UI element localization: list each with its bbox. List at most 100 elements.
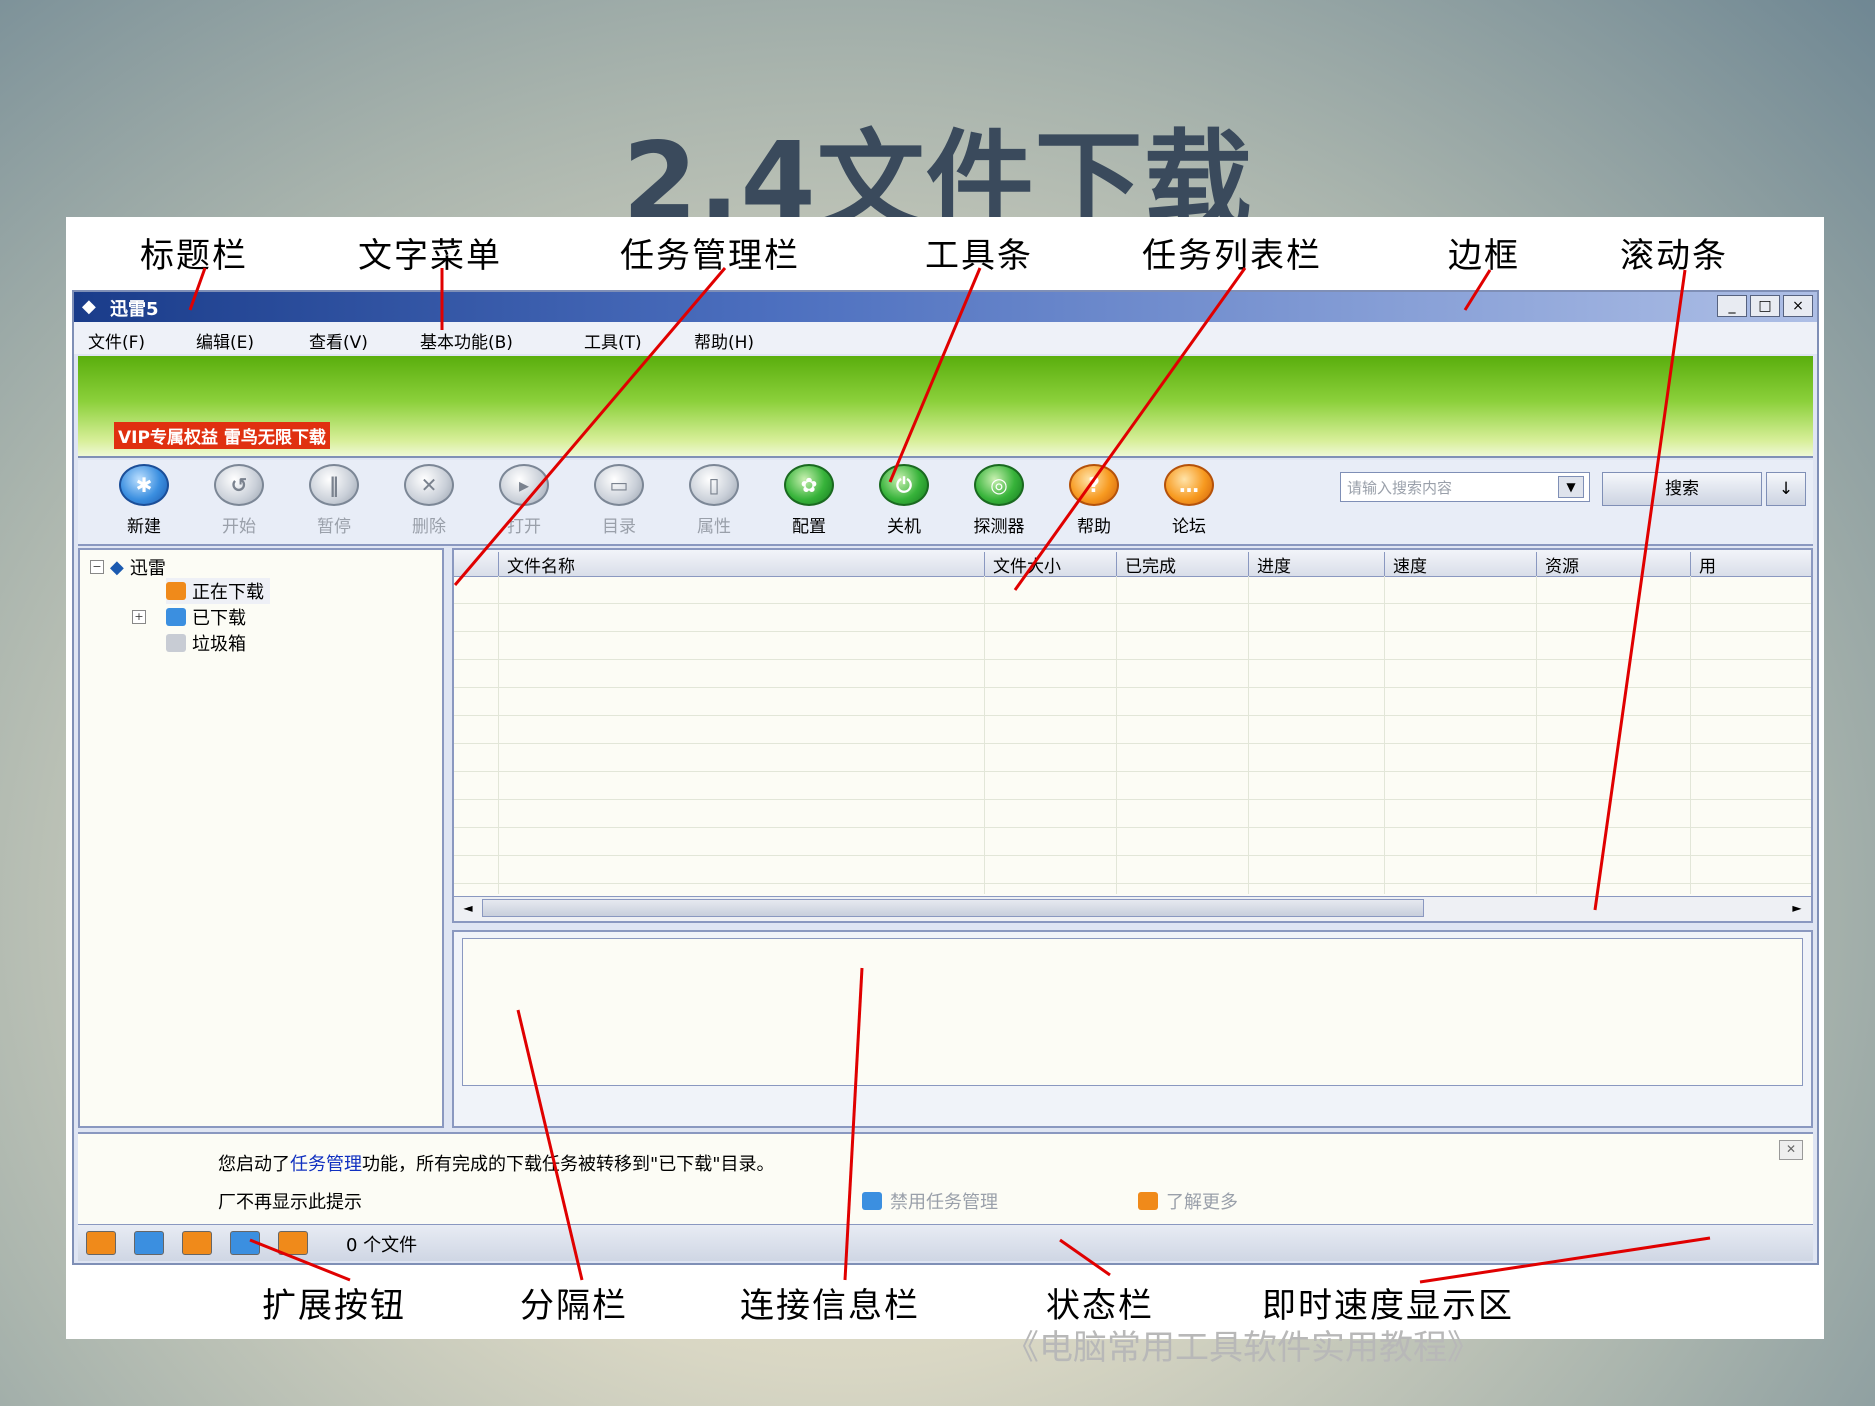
- col-done[interactable]: 已完成: [1116, 552, 1248, 577]
- folder-icon: ▭: [594, 464, 644, 506]
- menu-help[interactable]: 帮助(H): [694, 328, 754, 353]
- col-progress[interactable]: 进度: [1248, 552, 1384, 577]
- callout-toolbar: 工具条: [925, 236, 1033, 276]
- forum-button[interactable]: … 论坛: [1151, 464, 1227, 537]
- downloaded-icon: [166, 608, 186, 626]
- open-button[interactable]: ▸ 打开: [486, 464, 562, 537]
- connection-info-content: [462, 938, 1803, 1086]
- trash-icon: [166, 634, 186, 652]
- ad-banner[interactable]: VIP专属权益 雷鸟无限下载: [78, 356, 1813, 458]
- col-size[interactable]: 文件大小: [984, 552, 1116, 577]
- scroll-left-icon[interactable]: ◄: [458, 899, 478, 917]
- expand-icon[interactable]: +: [132, 610, 146, 624]
- folder-button[interactable]: ▭ 目录: [581, 464, 657, 537]
- scrollbar-thumb[interactable]: [482, 899, 1424, 917]
- menu-basic[interactable]: 基本功能(B): [420, 328, 513, 353]
- col-name[interactable]: 文件名称: [498, 552, 984, 577]
- search-button[interactable]: 搜索: [1602, 472, 1762, 506]
- maximize-button[interactable]: □: [1750, 295, 1780, 317]
- title-bar[interactable]: ◆ 迅雷5 _ □ ×: [74, 292, 1817, 322]
- horizontal-scrollbar[interactable]: ◄ ►: [454, 896, 1811, 921]
- tree-root[interactable]: − ◆ 迅雷: [90, 554, 166, 580]
- menu-tools[interactable]: 工具(T): [584, 328, 642, 353]
- task-manager-link[interactable]: 任务管理: [290, 1154, 362, 1175]
- learn-more-button[interactable]: 了解更多: [1138, 1188, 1238, 1214]
- tree-item-trash[interactable]: 垃圾箱: [166, 630, 246, 656]
- start-button[interactable]: ↺ 开始: [201, 464, 277, 537]
- search-more-button[interactable]: ↓: [1766, 472, 1806, 506]
- config-icon: ✿: [784, 464, 834, 506]
- shutdown-button[interactable]: ⏻ 关机: [866, 464, 942, 537]
- notice-bar: 您启动了任务管理功能，所有完成的下载任务被转移到"已下载"目录。 厂不再显示此提…: [78, 1132, 1813, 1224]
- shutdown-icon: ⏻: [879, 464, 929, 506]
- arrow-right-icon: [1138, 1192, 1158, 1210]
- menu-view[interactable]: 查看(V): [309, 328, 368, 353]
- delete-button[interactable]: ✕ 删除: [391, 464, 467, 537]
- connection-info-panel: [452, 930, 1813, 1128]
- task-list-rows[interactable]: [454, 576, 1811, 894]
- pause-button[interactable]: ‖ 暂停: [296, 464, 372, 537]
- app-window: ◆ 迅雷5 _ □ × 文件(F) 编辑(E) 查看(V) 基本功能(B) 工具…: [72, 290, 1819, 1265]
- window-title: 迅雷5: [110, 299, 159, 320]
- callout-task-manager: 任务管理栏: [620, 236, 800, 276]
- close-button[interactable]: ×: [1783, 295, 1813, 317]
- callout-connection-info: 连接信息栏: [740, 1286, 920, 1326]
- callout-scrollbar: 滚动条: [1620, 236, 1728, 276]
- expand-button-2[interactable]: [134, 1231, 164, 1255]
- callout-border: 边框: [1448, 236, 1520, 276]
- file-count: 0 个文件: [346, 1235, 418, 1256]
- expand-button-4[interactable]: [230, 1231, 260, 1255]
- forum-icon: …: [1164, 464, 1214, 506]
- help-icon: ?: [1069, 464, 1119, 506]
- new-button[interactable]: ✱ 新建: [106, 464, 182, 537]
- callout-expand-buttons: 扩展按钮: [262, 1286, 406, 1326]
- dont-show-checkbox[interactable]: 厂不再显示此提示: [218, 1188, 362, 1214]
- collapse-icon[interactable]: −: [90, 560, 104, 574]
- col-use[interactable]: 用: [1690, 552, 1811, 577]
- probe-icon: ◎: [974, 464, 1024, 506]
- slide-footer: 《电脑常用工具软件实用教程》: [1005, 1328, 1481, 1368]
- menu-bar: 文件(F) 编辑(E) 查看(V) 基本功能(B) 工具(T) 帮助(H): [74, 322, 1817, 354]
- expand-button-1[interactable]: [86, 1231, 116, 1255]
- callout-task-list: 任务列表栏: [1142, 236, 1322, 276]
- thunder-logo-icon: ◆: [110, 556, 124, 578]
- notice-message: 您启动了任务管理功能，所有完成的下载任务被转移到"已下载"目录。: [218, 1154, 775, 1175]
- scroll-right-icon[interactable]: ►: [1787, 899, 1807, 917]
- col-speed[interactable]: 速度: [1384, 552, 1536, 577]
- properties-icon: ▯: [689, 464, 739, 506]
- tree-item-downloaded[interactable]: + 已下载: [132, 604, 246, 630]
- thunder-logo-icon: ◆: [82, 296, 96, 317]
- expand-button-3[interactable]: [182, 1231, 212, 1255]
- expand-button-5[interactable]: [278, 1231, 308, 1255]
- banner-promo[interactable]: VIP专属权益 雷鸟无限下载: [114, 422, 330, 449]
- arrow-right-icon: [862, 1192, 882, 1210]
- downloading-icon: [166, 582, 186, 600]
- config-button[interactable]: ✿ 配置: [771, 464, 847, 537]
- help-button[interactable]: ? 帮助: [1056, 464, 1132, 537]
- disable-task-manager-button[interactable]: 禁用任务管理: [862, 1188, 998, 1214]
- toolbar: ✱ 新建 ↺ 开始 ‖ 暂停 ✕ 删除 ▸ 打开 ▭ 目录 ▯ 属性 ✿ 配置: [78, 460, 1813, 546]
- col-resource[interactable]: 资源: [1536, 552, 1690, 577]
- menu-edit[interactable]: 编辑(E): [196, 328, 254, 353]
- callout-titlebar: 标题栏: [140, 236, 248, 276]
- search-input[interactable]: 请输入搜索内容: [1340, 472, 1590, 502]
- star-icon: ✱: [119, 464, 169, 506]
- callout-text-menu: 文字菜单: [358, 236, 502, 276]
- search-dropdown[interactable]: ▼: [1558, 476, 1584, 498]
- callout-splitter: 分隔栏: [520, 1286, 628, 1326]
- probe-button[interactable]: ◎ 探测器: [961, 464, 1037, 537]
- pause-icon: ‖: [309, 464, 359, 506]
- status-bar: 0 个文件: [78, 1224, 1813, 1261]
- task-list: 文件名称 文件大小 已完成 进度 速度 资源 用 ◄ ►: [452, 548, 1813, 923]
- task-tree: − ◆ 迅雷 正在下载 + 已下载 垃圾箱: [78, 548, 444, 1128]
- open-icon: ▸: [499, 464, 549, 506]
- minimize-button[interactable]: _: [1717, 295, 1747, 317]
- tree-item-downloading[interactable]: 正在下载: [166, 578, 270, 604]
- chevron-down-icon: ▼: [1566, 480, 1576, 494]
- notice-close-icon[interactable]: ✕: [1779, 1140, 1803, 1160]
- task-list-header: 文件名称 文件大小 已完成 进度 速度 资源 用: [454, 550, 1811, 577]
- properties-button[interactable]: ▯ 属性: [676, 464, 752, 537]
- delete-icon: ✕: [404, 464, 454, 506]
- menu-file[interactable]: 文件(F): [88, 328, 145, 353]
- start-icon: ↺: [214, 464, 264, 506]
